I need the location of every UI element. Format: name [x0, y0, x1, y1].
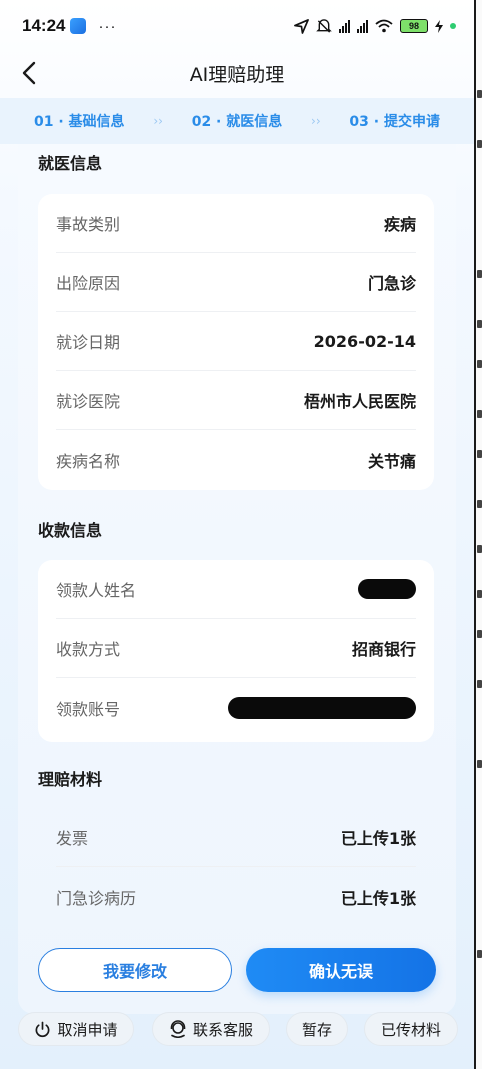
charging-icon: [435, 19, 443, 33]
row-label: 事故类别: [56, 215, 121, 234]
row-label: 发票: [56, 829, 89, 848]
row-disease: 疾病名称 关节痛: [56, 430, 416, 489]
row-label: 就诊日期: [56, 333, 121, 352]
mute-icon: [316, 18, 332, 33]
signal-1-icon: [339, 19, 350, 33]
chevron-right-icon: ››: [153, 114, 163, 128]
page-title: AI理赔助理: [189, 63, 285, 86]
step-medical-info: 02 · 就医信息: [191, 114, 283, 130]
summary-card: 就医信息 事故类别 疾病 出险原因 门急诊 就诊日期 2026-02-14 就诊…: [18, 144, 456, 1014]
status-time: 14:24: [22, 16, 66, 35]
contact-service-label: 联系客服: [192, 1020, 253, 1039]
row-value: 招商银行: [351, 640, 416, 659]
uploaded-materials-label: 已传材料: [380, 1020, 441, 1039]
row-payee-name: 领款人姓名: [56, 560, 416, 619]
row-label: 门急诊病历: [56, 888, 137, 908]
medical-section-title: 就医信息: [38, 154, 103, 173]
payment-info-box: 领款人姓名 收款方式 招商银行 领款账号: [38, 560, 434, 742]
app-notification-icon: [70, 18, 87, 34]
redacted-name: [358, 579, 416, 599]
wifi-icon: [375, 19, 393, 33]
row-label: 疾病名称: [56, 451, 121, 471]
save-draft-button[interactable]: 暂存: [286, 1012, 348, 1046]
progress-steps: 01 · 基础信息 ›› 02 · 就医信息 ›› 03 · 提交申请: [0, 98, 474, 144]
charging-dot-icon: [450, 23, 456, 29]
row-payment-method: 收款方式 招商银行: [56, 619, 416, 678]
customer-service-icon: [170, 1020, 186, 1038]
row-label: 出险原因: [56, 274, 121, 293]
payment-section-title: 收款信息: [38, 521, 103, 540]
chevron-left-icon: [22, 61, 36, 85]
row-value: 2026-02-14: [313, 331, 416, 351]
status-bar: 14:24 ··· 98: [0, 0, 474, 52]
signal-2-icon: [357, 19, 368, 33]
modify-button[interactable]: 我要修改: [38, 948, 232, 992]
row-value: 疾病: [383, 215, 416, 234]
medical-info-box: 事故类别 疾病 出险原因 门急诊 就诊日期 2026-02-14 就诊医院 梧州…: [38, 194, 434, 490]
row-accident-type: 事故类别 疾病: [56, 194, 416, 253]
location-icon: [294, 18, 309, 34]
row-value: 门急诊: [367, 274, 416, 293]
row-value: 已上传1张: [340, 888, 416, 908]
row-label: 领款账号: [56, 699, 121, 719]
row-medical-record[interactable]: 门急诊病历 已上传1张: [56, 867, 416, 926]
row-hospital: 就诊医院 梧州市人民医院: [56, 371, 416, 430]
row-label: 收款方式: [56, 640, 121, 659]
app-screen: 14:24 ··· 98 AI理赔助理 01 · 基础信息 ›› 02 · 就医…: [0, 0, 474, 1069]
materials-info-box: 发票 已上传1张 门急诊病历 已上传1张: [38, 808, 434, 930]
row-label: 就诊医院: [56, 392, 121, 411]
row-label: 领款人姓名: [56, 581, 137, 600]
back-button[interactable]: [12, 56, 46, 90]
row-invoice[interactable]: 发票 已上传1张: [56, 808, 416, 867]
nav-bar: AI理赔助理: [0, 52, 474, 94]
row-claim-reason: 出险原因 门急诊: [56, 253, 416, 312]
row-value: 已上传1张: [340, 829, 416, 848]
save-draft-label: 暂存: [301, 1020, 332, 1039]
row-value: 关节痛: [367, 451, 416, 471]
contact-service-button[interactable]: 联系客服: [152, 1012, 270, 1046]
cancel-application-button[interactable]: 取消申请: [18, 1012, 134, 1046]
redacted-account: [228, 696, 416, 719]
cancel-application-label: 取消申请: [57, 1020, 118, 1039]
adjacent-window-edge: [474, 0, 482, 1069]
step-submit: 03 · 提交申请: [349, 114, 440, 130]
status-icons: 98: [294, 18, 456, 34]
battery-icon: 98: [400, 19, 428, 33]
confirm-button[interactable]: 确认无误: [246, 948, 436, 992]
row-visit-date: 就诊日期 2026-02-14: [56, 312, 416, 371]
row-account: 领款账号: [56, 678, 416, 737]
chevron-right-icon: ››: [311, 114, 321, 128]
uploaded-materials-button[interactable]: 已传材料: [364, 1012, 458, 1046]
step-basic-info: 01 · 基础信息: [34, 114, 125, 130]
power-icon: [36, 1021, 50, 1037]
row-value: 梧州市人民医院: [303, 392, 416, 411]
materials-section-title: 理赔材料: [38, 770, 103, 789]
more-notifications-icon: ···: [98, 17, 117, 35]
